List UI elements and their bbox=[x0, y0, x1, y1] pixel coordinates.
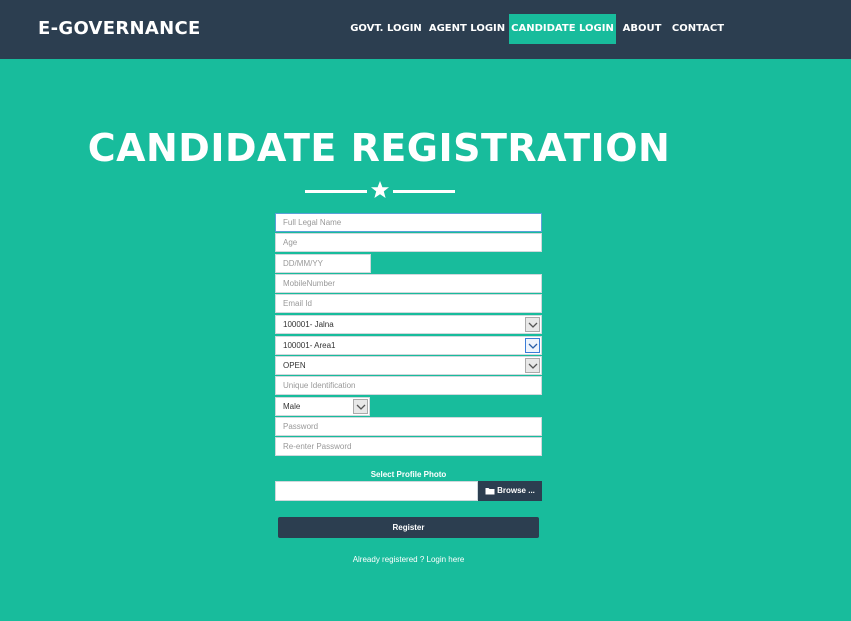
dob-input[interactable]: DD/MM/YY bbox=[275, 254, 371, 273]
category-select-value: OPEN bbox=[283, 361, 306, 370]
area-select-value: 100001- Area1 bbox=[283, 341, 336, 350]
password-input[interactable]: Password bbox=[275, 417, 542, 436]
profile-photo-file-input[interactable] bbox=[275, 481, 478, 501]
district-select[interactable]: 100001- Jalna bbox=[275, 315, 542, 334]
divider-line-right bbox=[393, 190, 455, 193]
star-icon bbox=[371, 181, 389, 198]
register-button[interactable]: Register bbox=[278, 517, 539, 538]
chevron-down-icon[interactable] bbox=[525, 338, 540, 353]
area-select[interactable]: 100001- Area1 bbox=[275, 336, 542, 355]
nav-govt-login[interactable]: GOVT. LOGIN bbox=[347, 14, 425, 44]
nav-about[interactable]: ABOUT bbox=[618, 14, 666, 44]
district-select-value: 100001- Jalna bbox=[283, 320, 334, 329]
navbar: E-GOVERNANCE GOVT. LOGIN AGENT LOGIN CAN… bbox=[0, 0, 851, 59]
folder-icon bbox=[485, 487, 495, 495]
chevron-down-icon[interactable] bbox=[353, 399, 368, 414]
gender-select[interactable]: Male bbox=[275, 397, 370, 416]
age-input[interactable]: Age bbox=[275, 233, 542, 252]
reenter-password-input[interactable]: Re-enter Password bbox=[275, 437, 542, 456]
profile-photo-label: Select Profile Photo bbox=[370, 470, 447, 479]
nav-agent-login[interactable]: AGENT LOGIN bbox=[427, 14, 507, 44]
nav-contact[interactable]: CONTACT bbox=[668, 14, 728, 44]
divider-line-left bbox=[305, 190, 367, 193]
mobile-input[interactable]: MobileNumber bbox=[275, 274, 542, 293]
chevron-down-icon[interactable] bbox=[525, 317, 540, 332]
browse-button[interactable]: Browse ... bbox=[478, 481, 542, 501]
full-name-input[interactable]: Full Legal Name bbox=[275, 213, 542, 232]
login-link[interactable]: Already registered ? Login here bbox=[275, 555, 542, 564]
email-input[interactable]: Email Id bbox=[275, 294, 542, 313]
page-title: CANDIDATE REGISTRATION bbox=[87, 126, 671, 170]
unique-id-input[interactable]: Unique Identification bbox=[275, 376, 542, 395]
category-select[interactable]: OPEN bbox=[275, 356, 542, 375]
brand-logo[interactable]: E-GOVERNANCE bbox=[38, 18, 201, 39]
nav-candidate-login[interactable]: CANDIDATE LOGIN bbox=[509, 14, 616, 44]
browse-button-label: Browse ... bbox=[497, 486, 535, 495]
gender-select-value: Male bbox=[283, 402, 301, 411]
chevron-down-icon[interactable] bbox=[525, 358, 540, 373]
